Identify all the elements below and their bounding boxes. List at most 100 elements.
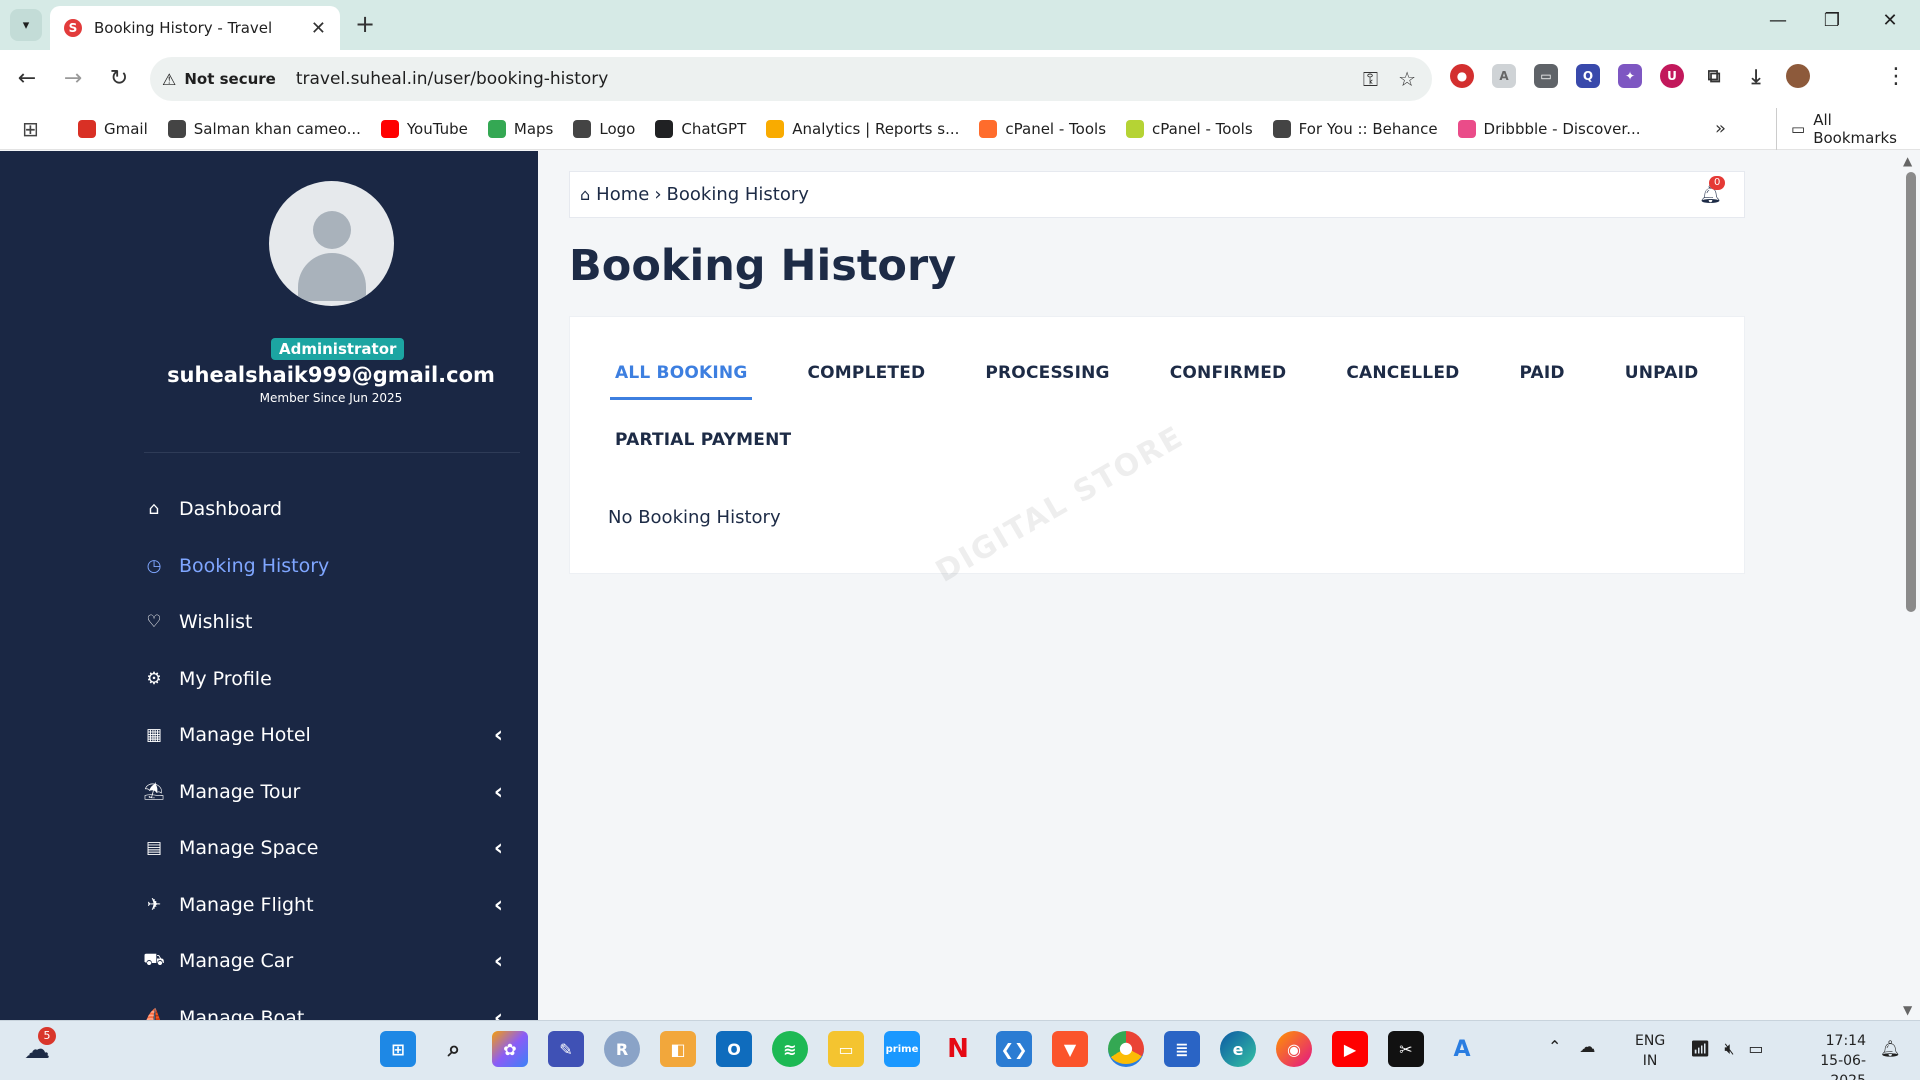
new-tab-button[interactable]: + <box>350 10 380 38</box>
bookmark-item[interactable]: Analytics | Reports s... <box>766 120 959 138</box>
user-avatar[interactable] <box>269 181 394 306</box>
downloads-icon[interactable]: ⤓ <box>1744 64 1768 88</box>
sidebar-item-manage-tour[interactable]: ⛱ Manage Tour ‹ <box>143 764 503 821</box>
bookmark-item[interactable]: YouTube <box>380 120 468 138</box>
chevron-left-icon[interactable]: ‹ <box>494 780 503 805</box>
notification-center-icon[interactable]: 🔔︎ <box>1880 1039 1900 1058</box>
ai-app-icon[interactable]: ✎ <box>548 1031 584 1067</box>
capcut-icon[interactable]: ✂ <box>1388 1031 1424 1067</box>
bookmark-item[interactable]: ChatGPT <box>655 120 746 138</box>
browser-tab[interactable]: S Booking History - Travel ✕ <box>50 6 340 50</box>
tab-processing[interactable]: PROCESSING <box>980 355 1114 400</box>
chevron-left-icon[interactable]: ‹ <box>494 1006 503 1021</box>
bookmark-star-icon[interactable]: ☆ <box>1398 67 1416 91</box>
show-hidden-icons-icon[interactable]: ⌃ <box>1548 1037 1561 1056</box>
status-icons[interactable]: 📶︎ 🔇︎ ▭ <box>1690 1039 1764 1059</box>
address-bar[interactable]: ⚠ Not secure travel.suheal.in/user/booki… <box>150 57 1432 101</box>
back-icon[interactable]: ← <box>12 66 42 91</box>
chevron-left-icon[interactable]: ‹ <box>494 723 503 748</box>
vscode-icon[interactable]: ❮❯ <box>996 1031 1032 1067</box>
copilot-icon[interactable]: ✿ <box>492 1031 528 1067</box>
url-text[interactable]: travel.suheal.in/user/booking-history <box>296 69 609 89</box>
firefox-icon[interactable]: ◉ <box>1276 1031 1312 1067</box>
extension-window-icon[interactable]: ▭ <box>1534 64 1558 88</box>
outlook-icon[interactable]: O <box>716 1031 752 1067</box>
scrollbar-thumb[interactable] <box>1906 172 1916 612</box>
bookmark-item[interactable]: Salman khan cameo... <box>167 120 361 138</box>
extension-u-icon[interactable]: U <box>1660 64 1684 88</box>
sidebar-item-manage-hotel[interactable]: ▦ Manage Hotel ‹ <box>143 707 503 764</box>
notepad-icon[interactable]: ≣ <box>1164 1031 1200 1067</box>
more-bookmarks-icon[interactable]: » <box>1715 118 1726 139</box>
tab-completed[interactable]: COMPLETED <box>802 355 930 400</box>
notification-count-badge: 0 <box>1709 176 1726 190</box>
bookmark-item[interactable]: cPanel - Tools <box>1126 120 1253 138</box>
bookmark-item[interactable]: For You :: Behance <box>1272 120 1438 138</box>
minimize-icon[interactable]: — <box>1758 10 1798 31</box>
sidebar-item-wishlist[interactable]: ♡ Wishlist <box>143 594 503 651</box>
adblock-extension-icon[interactable]: ● <box>1450 64 1474 88</box>
chevron-left-icon[interactable]: ‹ <box>494 893 503 918</box>
snipping-app-icon[interactable]: ◧ <box>660 1031 696 1067</box>
edge-icon[interactable]: e <box>1220 1031 1256 1067</box>
tab-unpaid[interactable]: UNPAID <box>1620 355 1704 400</box>
tab-title: Booking History - Travel <box>94 19 273 37</box>
bookmark-item[interactable]: Dribbble - Discover... <box>1457 120 1641 138</box>
bookmark-item[interactable]: Maps <box>487 120 553 138</box>
youtube-app-icon[interactable]: ▶ <box>1332 1031 1368 1067</box>
notification-button[interactable]: 🔔︎ 0 <box>1699 176 1726 205</box>
breadcrumb-home-link[interactable]: Home <box>596 184 649 205</box>
extension-ai-icon[interactable]: ✦ <box>1618 64 1642 88</box>
analytics-icon <box>766 120 785 138</box>
apps-grid-icon[interactable]: ⊞ <box>22 117 39 141</box>
sidebar-item-dashboard[interactable]: ⌂ Dashboard <box>143 481 503 538</box>
tab-paid[interactable]: PAID <box>1514 355 1569 400</box>
onedrive-icon[interactable]: ☁ <box>1579 1037 1595 1056</box>
sidebar-item-manage-boat[interactable]: ⛵ Manage Boat ‹ <box>143 990 503 1021</box>
bookmark-item[interactable]: Gmail <box>78 120 148 138</box>
scroll-down-icon[interactable]: ▼ <box>1903 1003 1912 1017</box>
sidebar-item-manage-flight[interactable]: ✈ Manage Flight ‹ <box>143 877 503 934</box>
security-indicator[interactable]: ⚠ Not secure <box>162 70 276 89</box>
restore-icon[interactable]: ❐ <box>1812 10 1852 31</box>
extensions-puzzle-icon[interactable]: ⧉ <box>1702 64 1726 88</box>
language-indicator[interactable]: ENG IN <box>1635 1031 1665 1071</box>
tab-search-button[interactable]: ▾ <box>10 9 42 41</box>
bookmark-item[interactable]: Logo <box>573 120 635 138</box>
extension-q-icon[interactable]: Q <box>1576 64 1600 88</box>
file-explorer-icon[interactable]: ▭ <box>828 1031 864 1067</box>
prime-video-icon[interactable]: prime <box>884 1031 920 1067</box>
windows-start-icon[interactable]: ⊞ <box>380 1031 416 1067</box>
sidebar-item-booking-history[interactable]: ◷ Booking History <box>143 538 503 595</box>
tab-cancelled[interactable]: CANCELLED <box>1341 355 1464 400</box>
netflix-icon[interactable]: N <box>940 1031 976 1067</box>
all-bookmarks-button[interactable]: ▭ All Bookmarks <box>1776 108 1920 150</box>
extension-a-icon[interactable]: A <box>1492 64 1516 88</box>
forward-icon[interactable]: → <box>58 66 88 91</box>
profile-avatar[interactable] <box>1786 64 1810 88</box>
tab-partial-payment[interactable]: PARTIAL PAYMENT <box>610 422 796 464</box>
more-menu-icon[interactable]: ⋮ <box>1885 64 1907 89</box>
sidebar-item-manage-space[interactable]: ▤ Manage Space ‹ <box>143 820 503 877</box>
font-app-icon[interactable]: A <box>1444 1031 1480 1067</box>
sidebar-item-manage-car[interactable]: ⛟ Manage Car ‹ <box>143 933 503 990</box>
reload-icon[interactable]: ↻ <box>104 66 134 91</box>
password-key-icon[interactable]: ⚿ <box>1363 67 1378 91</box>
plane-icon: ✈ <box>146 894 162 915</box>
search-icon[interactable]: ⌕ <box>436 1031 472 1067</box>
tab-confirmed[interactable]: CONFIRMED <box>1165 355 1292 400</box>
chevron-left-icon[interactable]: ‹ <box>494 949 503 974</box>
r-app-icon[interactable]: R <box>604 1031 640 1067</box>
close-window-icon[interactable]: ✕ <box>1870 10 1910 31</box>
chrome-icon[interactable]: ● <box>1108 1031 1144 1067</box>
scroll-up-icon[interactable]: ▲ <box>1903 154 1912 168</box>
sidebar-item-my-profile[interactable]: ⚙ My Profile <box>143 651 503 708</box>
close-tab-icon[interactable]: ✕ <box>311 18 326 39</box>
lang-line1: ENG <box>1635 1033 1666 1049</box>
tab-all-booking[interactable]: ALL BOOKING <box>610 355 753 400</box>
clock[interactable]: 17:14 15-06-2025 <box>1786 1031 1866 1080</box>
brave-icon[interactable]: ▼ <box>1052 1031 1088 1067</box>
spotify-icon[interactable]: ≋ <box>772 1031 808 1067</box>
bookmark-item[interactable]: cPanel - Tools <box>979 120 1106 138</box>
chevron-left-icon[interactable]: ‹ <box>494 836 503 861</box>
